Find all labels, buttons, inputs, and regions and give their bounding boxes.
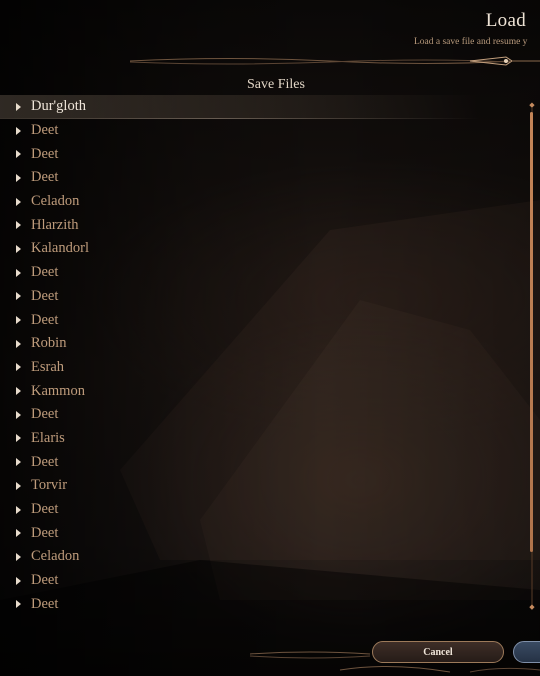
save-file-label: Robin bbox=[31, 335, 67, 352]
save-file-label: Deet bbox=[31, 595, 59, 612]
save-file-item[interactable]: Celadon bbox=[0, 545, 520, 569]
caret-right-icon[interactable] bbox=[16, 221, 21, 230]
save-file-item[interactable]: Kalandorl bbox=[0, 237, 520, 261]
save-file-item[interactable]: Kammon bbox=[0, 379, 520, 403]
save-file-label: Deet bbox=[31, 122, 59, 139]
save-file-item[interactable]: Elaris bbox=[0, 427, 520, 451]
save-file-label: Kalandorl bbox=[31, 240, 89, 257]
save-file-item[interactable]: Deet bbox=[0, 166, 520, 190]
save-files-heading: Save Files bbox=[247, 77, 305, 92]
scrollbar[interactable]: ◆ ◆ bbox=[529, 102, 535, 611]
save-file-label: Deet bbox=[31, 264, 59, 281]
save-file-label: Deet bbox=[31, 169, 59, 186]
caret-right-icon[interactable] bbox=[16, 576, 21, 585]
caret-right-icon[interactable] bbox=[16, 434, 21, 443]
save-file-item[interactable]: Deet bbox=[0, 569, 520, 593]
save-file-item[interactable]: Deet bbox=[0, 285, 520, 309]
save-file-item[interactable]: Robin bbox=[0, 332, 520, 356]
save-file-item[interactable]: Celadon bbox=[0, 190, 520, 214]
save-file-label: Deet bbox=[31, 287, 59, 304]
save-file-label: Deet bbox=[31, 145, 59, 162]
caret-right-icon[interactable] bbox=[16, 150, 21, 159]
save-file-item[interactable]: Deet bbox=[0, 592, 520, 616]
caret-right-icon[interactable] bbox=[16, 363, 21, 372]
save-file-label: Celadon bbox=[31, 548, 80, 565]
save-file-label: Deet bbox=[31, 501, 59, 518]
save-file-item[interactable]: Deet bbox=[0, 308, 520, 332]
save-file-label: Deet bbox=[31, 406, 59, 423]
page-subtitle: Load a save file and resume y bbox=[414, 37, 528, 47]
caret-right-icon[interactable] bbox=[16, 552, 21, 561]
caret-right-icon[interactable] bbox=[16, 244, 21, 253]
save-file-label: Kammon bbox=[31, 382, 85, 399]
save-file-item[interactable]: Deet bbox=[0, 261, 520, 285]
save-file-item[interactable]: Deet bbox=[0, 119, 520, 143]
caret-right-icon[interactable] bbox=[16, 481, 21, 490]
save-file-label: Deet bbox=[31, 524, 59, 541]
caret-right-icon[interactable] bbox=[16, 268, 21, 277]
save-file-label: Deet bbox=[31, 572, 59, 589]
page-title: Load bbox=[485, 10, 526, 31]
save-file-item[interactable]: Esrah bbox=[0, 356, 520, 380]
caret-right-icon[interactable] bbox=[16, 529, 21, 538]
scroll-down-icon[interactable]: ◆ bbox=[529, 604, 535, 611]
save-file-label: Dur'gloth bbox=[31, 98, 86, 115]
caret-right-icon[interactable] bbox=[16, 505, 21, 514]
save-file-label: Deet bbox=[31, 311, 59, 328]
save-file-item[interactable]: Deet bbox=[0, 521, 520, 545]
caret-right-icon[interactable] bbox=[16, 292, 21, 301]
save-file-label: Celadon bbox=[31, 193, 80, 210]
save-file-label: Hlarzith bbox=[31, 216, 79, 233]
save-file-label: Elaris bbox=[31, 429, 65, 446]
caret-right-icon[interactable] bbox=[16, 339, 21, 348]
caret-right-icon[interactable] bbox=[16, 102, 21, 111]
save-file-item[interactable]: Deet bbox=[0, 498, 520, 522]
save-file-item[interactable]: Deet bbox=[0, 403, 520, 427]
caret-right-icon[interactable] bbox=[16, 173, 21, 182]
cancel-button[interactable]: Cancel bbox=[372, 641, 504, 663]
save-file-item[interactable]: Dur'gloth bbox=[0, 95, 520, 119]
caret-right-icon[interactable] bbox=[16, 600, 21, 609]
save-file-label: Deet bbox=[31, 453, 59, 470]
caret-right-icon[interactable] bbox=[16, 126, 21, 135]
save-file-label: Torvir bbox=[31, 477, 68, 494]
save-file-item[interactable]: Deet bbox=[0, 450, 520, 474]
caret-right-icon[interactable] bbox=[16, 316, 21, 325]
scroll-thumb[interactable] bbox=[530, 112, 533, 552]
caret-right-icon[interactable] bbox=[16, 410, 21, 419]
save-file-label: Esrah bbox=[31, 358, 65, 375]
caret-right-icon[interactable] bbox=[16, 387, 21, 396]
header-divider-ornament bbox=[130, 56, 540, 66]
caret-right-icon[interactable] bbox=[16, 197, 21, 206]
caret-right-icon[interactable] bbox=[16, 458, 21, 467]
save-file-item[interactable]: Deet bbox=[0, 142, 520, 166]
save-file-list: Dur'gloth Deet Deet Deet Celadon Hlarzith Kala… bbox=[0, 95, 520, 616]
load-button[interactable] bbox=[513, 641, 540, 663]
save-file-item[interactable]: Torvir bbox=[0, 474, 520, 498]
save-file-item[interactable]: Hlarzith bbox=[0, 213, 520, 237]
